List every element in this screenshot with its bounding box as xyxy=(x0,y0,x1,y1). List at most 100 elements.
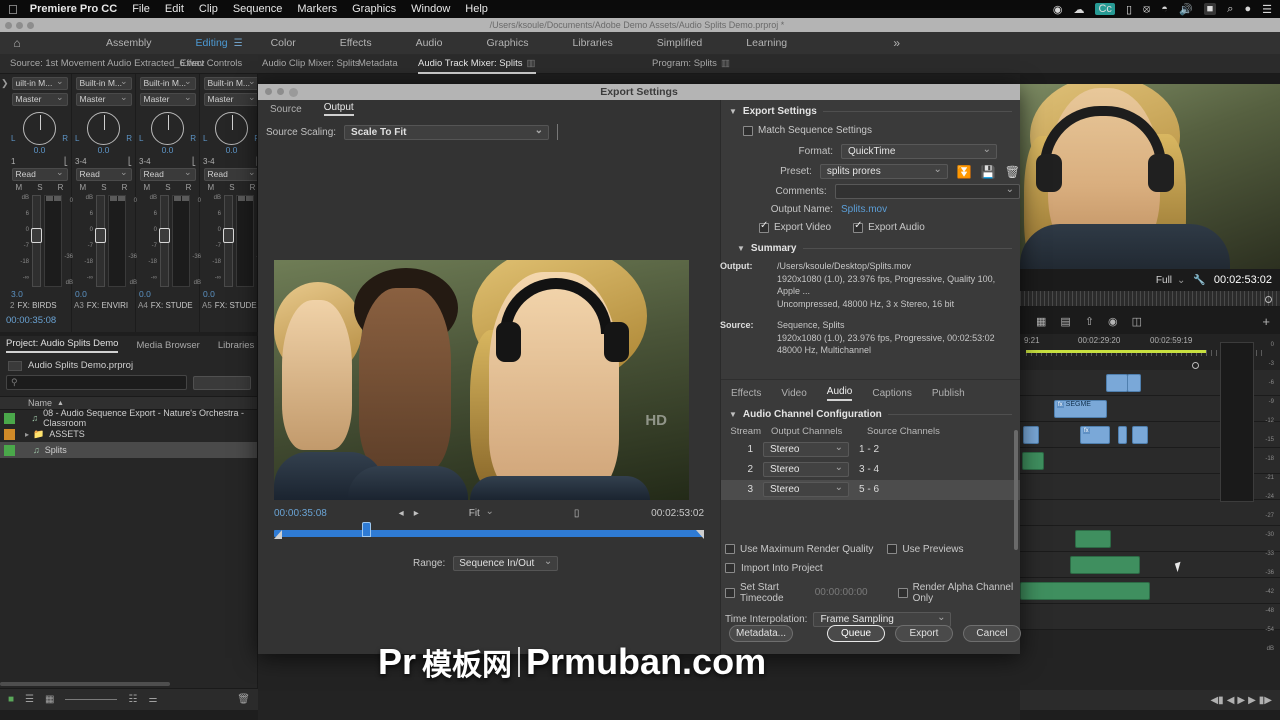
tab-output[interactable]: Output xyxy=(324,102,354,116)
settings-scrollbar[interactable] xyxy=(1014,430,1018,550)
record-button-3[interactable]: R xyxy=(186,183,192,192)
format-dropdown[interactable]: QuickTime xyxy=(841,144,997,159)
panel-tab-program[interactable]: Program: Splits▥ xyxy=(652,54,730,74)
queue-button[interactable]: Queue xyxy=(827,625,885,642)
timeline-clip[interactable] xyxy=(1127,374,1141,392)
export-audio-row[interactable]: Export Audio xyxy=(853,222,925,233)
timeline-clip[interactable] xyxy=(1132,426,1148,444)
workspace-tab-simplified[interactable]: Simplified xyxy=(635,37,725,49)
timeline-clip[interactable] xyxy=(1070,556,1140,574)
multicam-icon[interactable]: ◫ xyxy=(1132,315,1142,328)
preset-dropdown[interactable]: splits prores xyxy=(820,164,948,179)
export-video-checkbox[interactable] xyxy=(759,223,769,233)
workspace-tab-color[interactable]: Color xyxy=(249,37,318,49)
icon-view-icon[interactable]: ▦ xyxy=(45,694,54,705)
preview-zoom-dropdown[interactable]: Fit xyxy=(469,508,494,519)
menu-help[interactable]: Help xyxy=(465,3,488,15)
panel-tab-effect-controls[interactable]: Effect Controls xyxy=(180,54,242,74)
acc-output-value[interactable]: Stereo xyxy=(763,462,849,477)
export-video-row[interactable]: Export Video xyxy=(759,222,831,233)
workspace-tab-libraries[interactable]: Libraries xyxy=(550,37,634,49)
automation-dropdown-4[interactable]: Read xyxy=(204,168,259,181)
preview-current-timecode[interactable]: 00:00:35:08 xyxy=(274,508,327,519)
acc-chevron-icon[interactable]: ▼ xyxy=(729,410,737,419)
project-tab-libraries[interactable]: Libraries xyxy=(218,340,254,351)
mixer-device-dropdown-2[interactable]: Built-in M... xyxy=(76,77,132,90)
step-back-icon[interactable]: ◀ xyxy=(1227,695,1235,706)
timeline-clip[interactable] xyxy=(1023,426,1039,444)
export-frame-icon[interactable]: ▦ xyxy=(1036,315,1046,328)
match-sequence-checkbox[interactable] xyxy=(743,126,753,136)
preview-in-point-icon[interactable] xyxy=(274,530,282,539)
workspace-tab-assembly[interactable]: Assembly xyxy=(84,37,174,49)
menu-edit[interactable]: Edit xyxy=(165,3,184,15)
preview-playhead[interactable] xyxy=(362,522,371,537)
panel-grip-icon[interactable]: ▥ xyxy=(527,58,536,69)
source-scaling-dropdown[interactable]: Scale To Fit xyxy=(344,125,549,140)
mixer-routing-icon-3[interactable]: ⎣ xyxy=(192,157,196,166)
pan-value-1[interactable]: 0.0 xyxy=(8,145,71,155)
mark-in-icon[interactable]: ◂ xyxy=(399,508,404,519)
sort-icon[interactable]: ⚌ xyxy=(148,694,157,705)
use-previews-checkbox[interactable] xyxy=(887,544,897,554)
preview-out-point-icon[interactable] xyxy=(696,530,704,539)
project-tab-media-browser[interactable]: Media Browser xyxy=(136,340,199,351)
acc-table-row[interactable]: 1Stereo1 - 2 xyxy=(721,440,1020,460)
timeline-clip[interactable] xyxy=(1118,426,1127,444)
wifi-icon[interactable]: ◓ xyxy=(1161,3,1168,15)
timeline-clip[interactable] xyxy=(1106,374,1128,392)
search-input[interactable]: ⚲ xyxy=(6,375,187,390)
delete-preset-icon[interactable]: 🗑 xyxy=(1005,165,1020,179)
camera-icon[interactable]: ◉ xyxy=(1108,315,1118,328)
mixer-device-dropdown-1[interactable]: uilt-in M... xyxy=(12,77,68,90)
acc-output-value[interactable]: Stereo xyxy=(763,442,849,457)
pan-knob-4[interactable] xyxy=(215,112,248,145)
mixer-output-dropdown-1[interactable]: Master xyxy=(12,93,68,106)
program-monitor-video[interactable] xyxy=(1020,84,1280,269)
mute-button-3[interactable]: M xyxy=(144,183,151,192)
pan-knob-1[interactable] xyxy=(23,112,56,145)
volume-icon[interactable]: 🔊 xyxy=(1179,3,1193,16)
import-project-row[interactable]: Import Into Project xyxy=(725,563,1020,574)
new-bin-icon[interactable]: ■ xyxy=(8,694,14,705)
timeline-lane[interactable] xyxy=(1020,552,1280,578)
workspace-tab-learning[interactable]: Learning xyxy=(724,37,809,49)
workspace-tab-audio[interactable]: Audio xyxy=(394,37,465,49)
panel-tab-audio-track-mixer[interactable]: Audio Track Mixer: Splits▥ xyxy=(418,54,536,74)
acc-source-channels[interactable]: 5 - 6 xyxy=(859,484,1020,495)
timeline-lane[interactable] xyxy=(1020,526,1280,552)
menu-graphics[interactable]: Graphics xyxy=(352,3,396,15)
window-controls[interactable] xyxy=(0,22,34,29)
import-project-checkbox[interactable] xyxy=(725,563,735,573)
menu-app-name[interactable]: Premiere Pro CC xyxy=(30,3,117,15)
tab-captions[interactable]: Captions xyxy=(872,388,911,399)
alpha-only-row[interactable]: Render Alpha Channel Only xyxy=(898,582,1020,604)
menu-clip[interactable]: Clip xyxy=(199,3,218,15)
panel-tab-source[interactable]: Source: 1st Movement Audio Extracted_6.w… xyxy=(10,54,204,74)
pan-value-4[interactable]: 0.0 xyxy=(200,145,258,155)
volume-fader-3[interactable] xyxy=(160,195,169,287)
previous-marker-icon[interactable]: ◀▮ xyxy=(1210,695,1223,706)
list-view-icon[interactable]: ☰ xyxy=(25,694,34,705)
summary-section-header[interactable]: ▼ Summary xyxy=(721,237,1020,258)
pan-knob-2[interactable] xyxy=(87,112,120,145)
program-monitor-zoom-handle[interactable] xyxy=(1265,296,1272,303)
start-timecode-row[interactable]: Set Start Timecode 00:00:00:00 xyxy=(725,582,868,604)
timeline-clip[interactable] xyxy=(1022,452,1044,470)
max-render-checkbox[interactable] xyxy=(725,544,735,554)
mute-button-4[interactable]: M xyxy=(208,183,215,192)
acc-output-channels-dropdown[interactable]: Stereo xyxy=(763,462,859,477)
start-timecode-checkbox[interactable] xyxy=(725,588,735,598)
pan-knob-3[interactable] xyxy=(151,112,184,145)
workspace-more-icon[interactable]: » xyxy=(893,36,900,50)
acc-table-row[interactable]: 3Stereo5 - 6 xyxy=(721,480,1020,500)
timeline-clip[interactable]: fxSEGME xyxy=(1054,400,1107,418)
automation-dropdown-1[interactable]: Read xyxy=(12,168,68,181)
panel-tab-audio-clip-mixer[interactable]: Audio Clip Mixer: Splits xyxy=(262,54,360,74)
export-icon[interactable]: ⇧ xyxy=(1085,315,1094,328)
playback-quality-dropdown[interactable]: Full xyxy=(1156,275,1186,286)
alpha-only-checkbox[interactable] xyxy=(898,588,908,598)
track-level-4[interactable]: 0.0 xyxy=(200,289,258,299)
import-preset-icon[interactable]: ⏬ xyxy=(957,165,972,179)
export-preview-image[interactable]: HD xyxy=(274,260,689,500)
